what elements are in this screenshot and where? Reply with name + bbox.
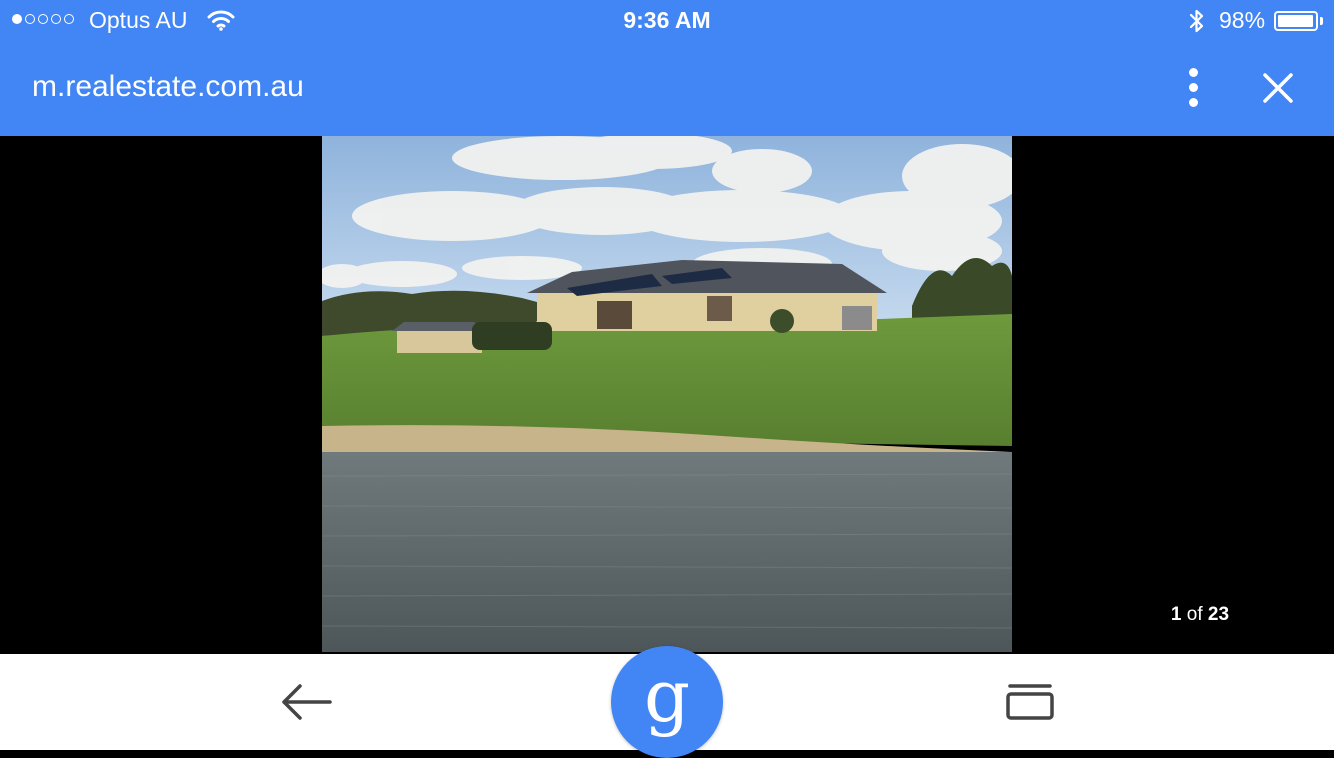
google-search-button[interactable]: g xyxy=(611,646,723,758)
total-count: 23 xyxy=(1207,604,1230,625)
battery-nub xyxy=(1320,17,1323,25)
browser-header: Optus AU 9:36 AM 98% m.realestate.com.au xyxy=(0,0,1334,136)
close-icon[interactable] xyxy=(1258,68,1298,108)
more-vert-icon[interactable] xyxy=(1176,66,1212,110)
url-label[interactable]: m.realestate.com.au xyxy=(32,70,304,104)
menu-dot xyxy=(1189,83,1198,92)
image-counter: 1 of 23 xyxy=(1120,604,1280,626)
status-bar: Optus AU 9:36 AM 98% xyxy=(0,0,1334,42)
current-index: 1 xyxy=(1170,604,1182,625)
tabs-icon[interactable] xyxy=(1000,678,1060,726)
menu-dot xyxy=(1189,68,1198,77)
listing-photo[interactable] xyxy=(322,136,1012,652)
battery-fill xyxy=(1278,15,1314,27)
counter-of-label: of xyxy=(1186,604,1203,625)
battery-percent: 98% xyxy=(1219,7,1266,33)
back-arrow-icon[interactable] xyxy=(276,678,336,726)
menu-dot xyxy=(1189,98,1198,107)
image-viewer: 1 of 23 xyxy=(0,136,1334,654)
google-g-icon: g xyxy=(643,654,691,738)
bluetooth-icon xyxy=(1187,8,1207,39)
clock: 9:36 AM xyxy=(623,7,711,33)
battery-icon xyxy=(1274,11,1318,31)
